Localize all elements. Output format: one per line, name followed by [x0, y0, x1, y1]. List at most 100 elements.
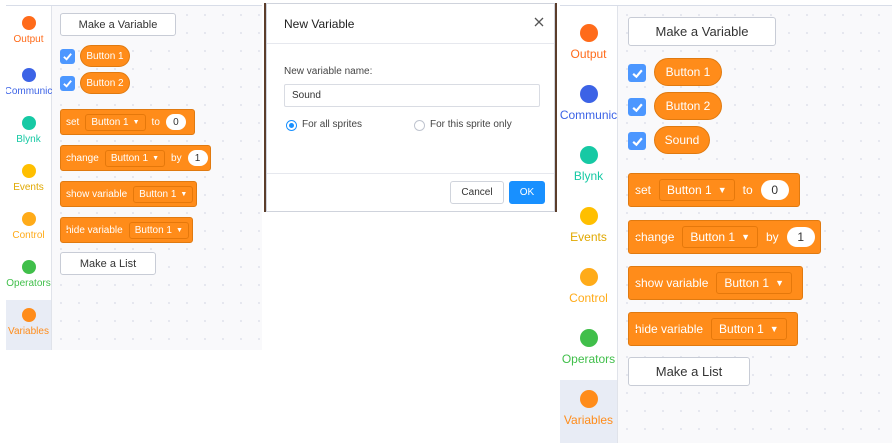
- to-label: to: [742, 183, 753, 197]
- value-input[interactable]: 1: [786, 227, 815, 247]
- category-variables[interactable]: Variables: [6, 300, 51, 350]
- category-sidebar: Output Communic Blynk Events Control Ope…: [6, 6, 52, 350]
- variable-dropdown[interactable]: Button 1 ▼: [682, 226, 758, 248]
- chevron-down-icon: ▼: [175, 226, 183, 234]
- by-label: by: [171, 152, 182, 164]
- to-label: to: [151, 116, 160, 128]
- control-dot-icon: [21, 212, 36, 226]
- dropdown-value: Button 1: [139, 188, 177, 200]
- communication-dot-icon: [579, 85, 598, 103]
- variable-dropdown[interactable]: Button 1 ▼: [659, 179, 735, 201]
- category-variables[interactable]: Variables: [560, 380, 617, 443]
- category-control[interactable]: Control: [6, 212, 51, 252]
- variable-dropdown[interactable]: Button 1 ▼: [85, 113, 146, 131]
- variable-reporter-button-2[interactable]: Button 2: [654, 92, 722, 120]
- change-variable-block[interactable]: change Button 1 ▼ by 1: [60, 145, 211, 171]
- category-control[interactable]: Control: [560, 268, 617, 312]
- dialog-header: New Variable: [267, 4, 554, 44]
- variable-reporter-button-1[interactable]: Button 1: [80, 45, 130, 67]
- checkbox-button-1[interactable]: [60, 49, 75, 64]
- value-input[interactable]: 0: [165, 114, 186, 130]
- value-input[interactable]: 1: [187, 150, 208, 166]
- make-list-button[interactable]: Make a List: [628, 357, 750, 386]
- all-sprites-label[interactable]: For all sprites: [302, 119, 362, 130]
- make-variable-button[interactable]: Make a Variable: [60, 13, 176, 36]
- chevron-down-icon: ▼: [775, 278, 784, 288]
- variable-reporter-button-2[interactable]: Button 2: [80, 72, 130, 94]
- blocks-palette-before: Output Communic Blynk Events Control Ope…: [6, 5, 262, 350]
- variable-dropdown[interactable]: Button 1 ▼: [133, 185, 194, 203]
- variable-dropdown[interactable]: Button 1 ▼: [716, 272, 792, 294]
- ok-button[interactable]: OK: [509, 181, 545, 204]
- make-list-button[interactable]: Make a List: [60, 252, 156, 275]
- show-variable-block[interactable]: show variable Button 1 ▼: [628, 266, 803, 300]
- by-label: by: [766, 230, 779, 244]
- category-events[interactable]: Events: [560, 207, 617, 251]
- checkmark-icon: [631, 137, 643, 146]
- checkmark-icon: [631, 103, 643, 112]
- change-label: change: [66, 152, 99, 164]
- hide-variable-label: hide variable: [635, 322, 704, 336]
- set-label: set: [66, 116, 80, 128]
- new-variable-dialog-screenshot: New Variable New variable name: For all …: [264, 3, 557, 212]
- change-label: change: [635, 230, 675, 244]
- dropdown-value: Button 1: [690, 230, 736, 244]
- category-operators[interactable]: Operators: [560, 329, 617, 373]
- variables-dot-icon: [21, 308, 36, 322]
- events-dot-icon: [579, 207, 598, 225]
- category-events[interactable]: Events: [6, 164, 51, 204]
- variable-dropdown[interactable]: Button 1 ▼: [104, 149, 166, 167]
- category-blynk[interactable]: Blynk: [6, 116, 51, 156]
- set-variable-block[interactable]: set Button 1 ▼ to 0: [60, 109, 195, 135]
- chevron-down-icon: ▼: [717, 185, 727, 195]
- this-sprite-only-label[interactable]: For this sprite only: [430, 119, 512, 130]
- dropdown-value: Button 1: [667, 183, 712, 197]
- control-dot-icon: [579, 268, 598, 286]
- category-blynk[interactable]: Blynk: [560, 146, 617, 190]
- dialog-footer: Cancel OK: [267, 173, 554, 211]
- set-label: set: [635, 183, 652, 197]
- output-dot-icon: [21, 16, 36, 30]
- chevron-down-icon: ▼: [180, 190, 188, 198]
- hide-variable-block[interactable]: hide variable Button 1 ▼: [60, 217, 193, 243]
- make-variable-button[interactable]: Make a Variable: [628, 17, 776, 46]
- hide-variable-label: hide variable: [66, 224, 123, 236]
- blynk-dot-icon: [21, 116, 36, 130]
- variable-dropdown[interactable]: Button 1 ▼: [711, 318, 787, 340]
- close-icon[interactable]: [531, 13, 547, 31]
- change-variable-block[interactable]: change Button 1 ▼ by 1: [628, 220, 821, 254]
- checkbox-button-2[interactable]: [628, 98, 646, 116]
- category-operators[interactable]: Operators: [6, 260, 51, 300]
- checkmark-icon: [631, 69, 643, 78]
- show-variable-block[interactable]: show variable Button 1 ▼: [60, 181, 197, 207]
- category-communication[interactable]: Communic: [6, 68, 52, 108]
- blocks-area: Make a Variable Button 1 Button 2 Sound …: [618, 6, 892, 443]
- value-input[interactable]: 0: [760, 180, 789, 200]
- cancel-button[interactable]: Cancel: [450, 181, 504, 204]
- category-communication[interactable]: Communic: [560, 85, 617, 129]
- variable-name-label: New variable name:: [284, 66, 373, 77]
- events-dot-icon: [21, 164, 36, 178]
- category-output[interactable]: Output: [6, 16, 51, 56]
- checkbox-sound[interactable]: [628, 132, 646, 150]
- set-variable-block[interactable]: set Button 1 ▼ to 0: [628, 173, 800, 207]
- variable-reporter-sound[interactable]: Sound: [654, 126, 710, 154]
- dialog-title: New Variable: [284, 17, 355, 31]
- operators-dot-icon: [21, 260, 36, 274]
- new-variable-dialog: New Variable New variable name: For all …: [266, 3, 555, 212]
- hide-variable-block[interactable]: hide variable Button 1 ▼: [628, 312, 798, 346]
- show-variable-label: show variable: [66, 188, 128, 200]
- output-dot-icon: [579, 24, 598, 42]
- checkbox-button-1[interactable]: [628, 64, 646, 82]
- radio-this-sprite-only[interactable]: [414, 120, 425, 131]
- radio-all-sprites[interactable]: [286, 120, 297, 131]
- category-output[interactable]: Output: [560, 24, 617, 68]
- variable-name-input[interactable]: [284, 84, 540, 107]
- dropdown-value: Button 1: [110, 152, 149, 164]
- communication-dot-icon: [21, 68, 36, 82]
- variables-dot-icon: [579, 390, 598, 408]
- variable-reporter-button-1[interactable]: Button 1: [654, 58, 722, 86]
- variable-dropdown[interactable]: Button 1 ▼: [128, 221, 189, 239]
- checkbox-button-2[interactable]: [60, 76, 75, 91]
- chevron-down-icon: ▼: [152, 154, 160, 162]
